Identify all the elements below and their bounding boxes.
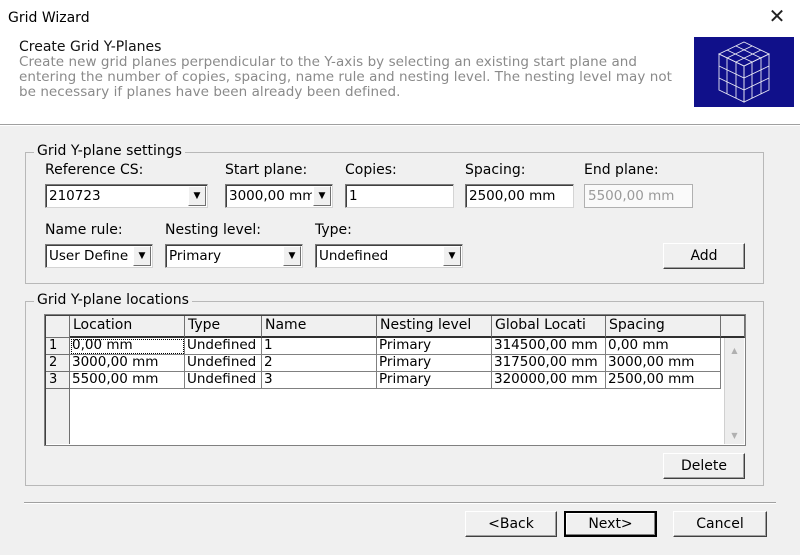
column-header-location[interactable]: Location xyxy=(70,316,185,338)
chevron-down-icon[interactable]: ▼ xyxy=(283,246,301,266)
reference-cs-value: 210723 xyxy=(49,188,101,204)
table-cell[interactable]: 3000,00 mm xyxy=(606,355,721,372)
name-rule-label: Name rule: xyxy=(45,222,123,238)
chevron-down-icon[interactable]: ▼ xyxy=(133,246,151,266)
table-cell[interactable]: Undefined xyxy=(185,355,262,372)
nesting-level-value: Primary xyxy=(169,248,222,264)
chevron-down-icon[interactable]: ▼ xyxy=(313,186,331,206)
close-button[interactable]: ✕ xyxy=(754,0,800,32)
column-header-global-location[interactable]: Global Locati xyxy=(492,316,606,338)
chevron-down-icon[interactable]: ▼ xyxy=(188,186,206,206)
table-cell[interactable]: 3000,00 mm xyxy=(70,355,185,372)
column-header-spacing[interactable]: Spacing xyxy=(606,316,721,338)
table-cell[interactable]: 0,00 mm xyxy=(70,338,185,355)
end-plane-label: End plane: xyxy=(584,162,659,178)
spacing-label: Spacing: xyxy=(465,162,526,178)
table-cell[interactable]: 2500,00 mm xyxy=(606,372,721,389)
table-cell[interactable]: Primary xyxy=(377,372,492,389)
scroll-down-icon[interactable]: ▼ xyxy=(725,426,744,444)
row-number[interactable]: 2 xyxy=(46,355,70,372)
table-cell[interactable]: Undefined xyxy=(185,338,262,355)
locations-table[interactable]: Location Type Name Nesting level Global … xyxy=(44,314,746,446)
back-button[interactable]: <Back xyxy=(465,511,557,537)
column-header-name[interactable]: Name xyxy=(262,316,377,338)
table-cell[interactable]: 3 xyxy=(262,372,377,389)
window-title: Grid Wizard xyxy=(8,10,90,26)
wizard-header: Create Grid Y-Planes Create new grid pla… xyxy=(0,32,800,124)
delete-button[interactable]: Delete xyxy=(663,453,745,479)
table-corner xyxy=(46,316,70,338)
table-cell[interactable]: Primary xyxy=(377,355,492,372)
scroll-up-icon[interactable]: ▲ xyxy=(725,341,744,359)
vertical-scrollbar[interactable]: ▲ ▼ xyxy=(724,338,744,444)
table-cell[interactable]: 0,00 mm xyxy=(606,338,721,355)
next-button[interactable]: Next> xyxy=(564,511,657,537)
table-cell[interactable]: 1 xyxy=(262,338,377,355)
type-value: Undefined xyxy=(319,248,389,264)
name-rule-value: User Define xyxy=(49,248,129,264)
column-header-type[interactable]: Type xyxy=(185,316,262,338)
spacing-input[interactable]: 2500,00 mm xyxy=(465,184,574,208)
page-title: Create Grid Y-Planes xyxy=(19,39,162,55)
table-cell[interactable]: 5500,00 mm xyxy=(70,372,185,389)
footer-divider xyxy=(24,502,776,504)
start-plane-select[interactable]: 3000,00 mm ▼ xyxy=(225,184,333,208)
column-header-nesting-level[interactable]: Nesting level xyxy=(377,316,492,338)
close-icon: ✕ xyxy=(768,4,786,28)
start-plane-label: Start plane: xyxy=(225,162,308,178)
column-header-filler xyxy=(721,316,745,338)
header-divider xyxy=(0,124,800,126)
chevron-down-icon[interactable]: ▼ xyxy=(443,246,461,266)
reference-cs-label: Reference CS: xyxy=(45,162,144,178)
locations-legend: Grid Y-plane locations xyxy=(34,292,192,308)
type-select[interactable]: Undefined ▼ xyxy=(315,244,463,268)
table-cell[interactable]: Primary xyxy=(377,338,492,355)
table-cell[interactable]: 2 xyxy=(262,355,377,372)
row-number[interactable]: 1 xyxy=(46,338,70,355)
cancel-button[interactable]: Cancel xyxy=(673,511,767,537)
add-button[interactable]: Add xyxy=(663,243,745,269)
reference-cs-select[interactable]: 210723 ▼ xyxy=(45,184,208,208)
end-plane-input: 5500,00 mm xyxy=(584,184,693,208)
table-cell[interactable]: 314500,00 mm xyxy=(492,338,606,355)
page-description: Create new grid planes perpendicular to … xyxy=(19,54,673,100)
nesting-level-label: Nesting level: xyxy=(165,222,261,238)
table-cell[interactable]: 320000,00 mm xyxy=(492,372,606,389)
settings-legend: Grid Y-plane settings xyxy=(34,143,185,159)
table-cell[interactable]: 317500,00 mm xyxy=(492,355,606,372)
nesting-level-select[interactable]: Primary ▼ xyxy=(165,244,303,268)
row-number[interactable]: 3 xyxy=(46,372,70,389)
table-cell[interactable]: Undefined xyxy=(185,372,262,389)
start-plane-value: 3000,00 mm xyxy=(229,188,312,204)
copies-label: Copies: xyxy=(345,162,397,178)
wireframe-cube-icon xyxy=(694,37,794,107)
name-rule-select[interactable]: User Define ▼ xyxy=(45,244,153,268)
copies-input[interactable]: 1 xyxy=(345,184,454,208)
row-header-empty xyxy=(46,389,70,444)
type-label: Type: xyxy=(315,222,352,238)
title-bar: Grid Wizard ✕ xyxy=(0,0,800,32)
